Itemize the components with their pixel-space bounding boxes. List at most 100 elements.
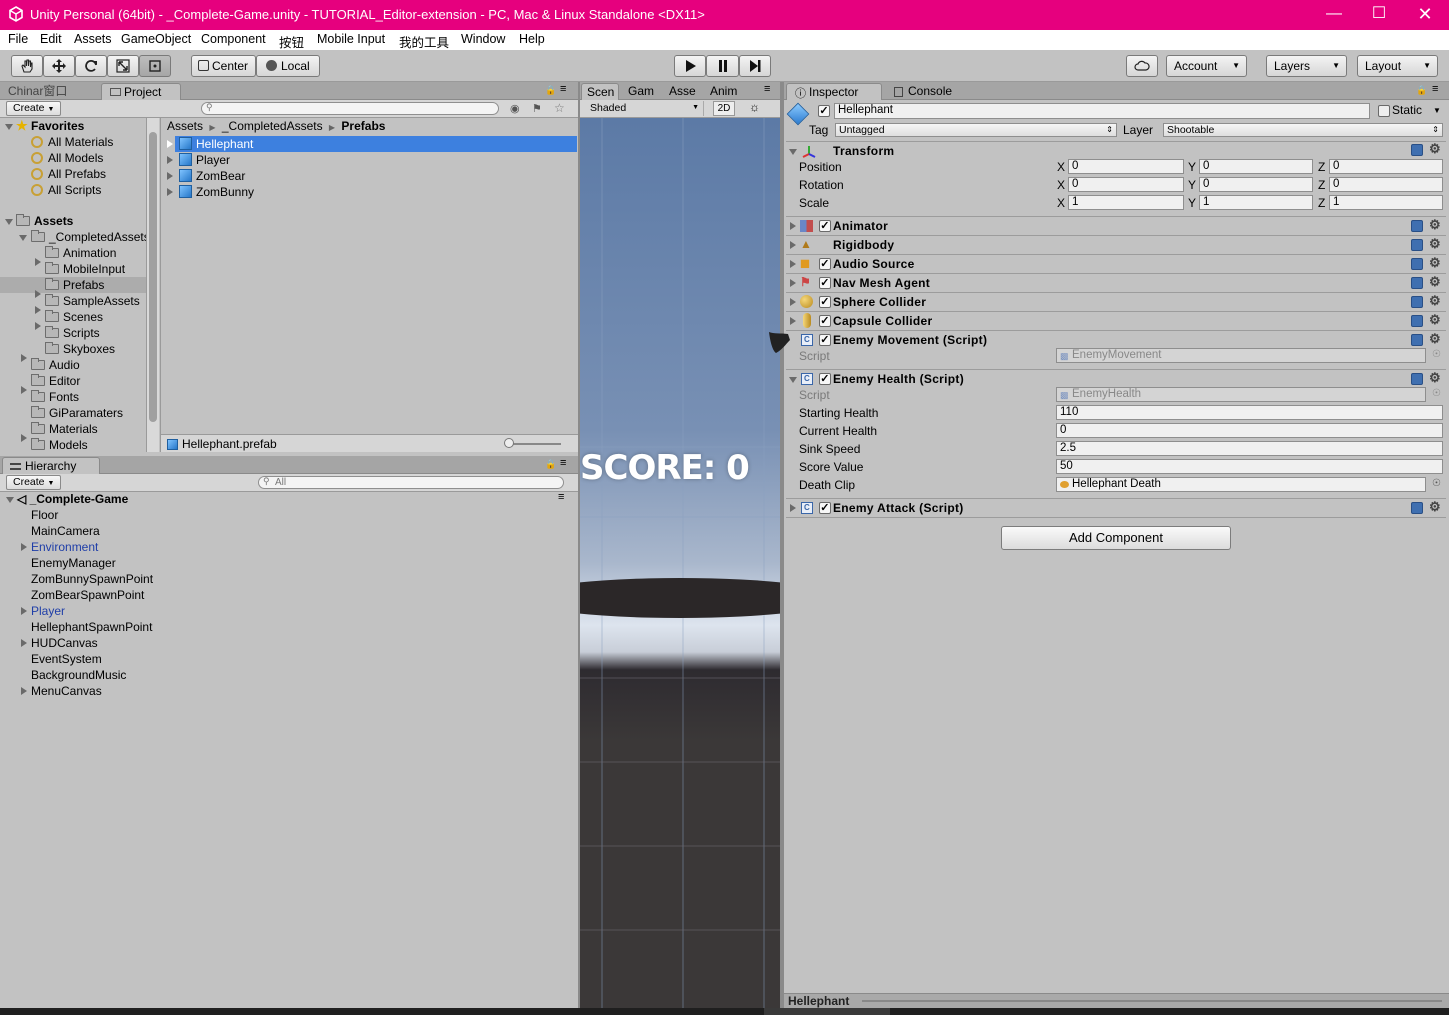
2d-toggle-button[interactable]: 2D <box>713 101 735 116</box>
tree-item[interactable]: Models <box>31 437 88 452</box>
gear-icon[interactable]: ⚙ <box>1429 332 1441 345</box>
tab-animator[interactable]: Anim <box>704 83 742 100</box>
object-picker-icon[interactable]: ☉ <box>1432 388 1441 399</box>
expand-arrow-icon[interactable] <box>5 219 13 225</box>
collapsed-arrow-icon[interactable] <box>35 258 41 266</box>
tab-scene[interactable]: Scen <box>581 83 619 100</box>
hierarchy-item-prefab[interactable]: Player <box>31 603 65 619</box>
tree-item[interactable]: Audio <box>31 357 80 373</box>
score-value-input[interactable]: 50 <box>1056 459 1443 474</box>
hierarchy-create-button[interactable]: Create ▼ <box>6 475 62 490</box>
expand-arrow-icon[interactable] <box>19 235 27 241</box>
sphere-collider-component[interactable]: ✓ Sphere Collider ⚙ <box>786 292 1446 311</box>
favorite-item[interactable]: All Scripts <box>31 182 101 198</box>
rotation-y-input[interactable]: 0 <box>1199 177 1313 192</box>
collapsed-arrow-icon[interactable] <box>21 687 27 695</box>
capsule-collider-component[interactable]: ✓ Capsule Collider ⚙ <box>786 311 1446 330</box>
collapsed-arrow-icon[interactable] <box>790 260 796 268</box>
hierarchy-item[interactable]: EnemyManager <box>31 555 116 571</box>
position-y-input[interactable]: 0 <box>1199 159 1313 174</box>
help-book-icon[interactable] <box>1411 502 1423 514</box>
lock-icon[interactable]: 🔒 <box>545 459 556 470</box>
tab-project[interactable]: Project <box>101 83 181 100</box>
scrollbar-thumb[interactable] <box>149 132 157 422</box>
gear-icon[interactable]: ⚙ <box>1429 256 1441 269</box>
tree-item[interactable]: Scenes <box>45 309 103 325</box>
enabled-checkbox[interactable]: ✓ <box>819 277 831 289</box>
menu-window[interactable]: Window <box>461 32 505 46</box>
collapsed-arrow-icon[interactable] <box>35 306 41 314</box>
enabled-checkbox[interactable]: ✓ <box>819 334 831 346</box>
file-item[interactable]: ZomBunny <box>179 184 254 200</box>
collab-cloud-button[interactable] <box>1126 55 1158 77</box>
favorites-header[interactable]: ★ Favorites <box>16 118 84 134</box>
inspector-preview-bar[interactable]: Hellephant <box>784 993 1449 1008</box>
panel-menu-icon[interactable]: ≡ <box>560 83 566 95</box>
help-book-icon[interactable] <box>1411 296 1423 308</box>
collapsed-arrow-icon[interactable] <box>35 290 41 298</box>
scale-z-input[interactable]: 1 <box>1329 195 1443 210</box>
help-book-icon[interactable] <box>1411 220 1423 232</box>
scale-y-input[interactable]: 1 <box>1199 195 1313 210</box>
hierarchy-item-prefab[interactable]: Environment <box>31 539 98 555</box>
menu-file[interactable]: File <box>8 32 28 46</box>
filter-label-icon[interactable]: ⚑ <box>532 102 542 115</box>
collapsed-arrow-icon[interactable] <box>790 504 796 512</box>
layout-dropdown[interactable]: Layout ▼ <box>1357 55 1438 77</box>
enabled-checkbox[interactable]: ✓ <box>819 258 831 270</box>
layer-dropdown[interactable]: Shootable ⇕ <box>1163 123 1443 137</box>
active-checkbox[interactable]: ✓ <box>818 105 830 117</box>
gear-icon[interactable]: ⚙ <box>1429 371 1441 384</box>
position-x-input[interactable]: 0 <box>1068 159 1184 174</box>
gear-icon[interactable]: ⚙ <box>1429 294 1441 307</box>
lock-icon[interactable]: 🔒 <box>545 85 556 96</box>
help-book-icon[interactable] <box>1411 239 1423 251</box>
tag-dropdown[interactable]: Untagged ⇕ <box>835 123 1117 137</box>
enabled-checkbox[interactable]: ✓ <box>819 315 831 327</box>
tree-item[interactable]: Materials <box>31 421 98 437</box>
hand-tool-button[interactable] <box>11 55 43 77</box>
menu-mobile-input[interactable]: Mobile Input <box>317 32 385 46</box>
gear-icon[interactable]: ⚙ <box>1429 237 1441 250</box>
transform-title[interactable]: Transform <box>833 144 894 158</box>
expand-arrow-icon[interactable] <box>789 377 797 383</box>
hierarchy-item[interactable]: HUDCanvas <box>31 635 98 651</box>
position-z-input[interactable]: 0 <box>1329 159 1443 174</box>
collapsed-arrow-icon[interactable] <box>21 434 27 442</box>
starting-health-input[interactable]: 110 <box>1056 405 1443 420</box>
menu-component[interactable]: Component <box>201 32 266 46</box>
preview-drag-handle[interactable] <box>862 1000 1442 1002</box>
rotate-tool-button[interactable] <box>75 55 107 77</box>
rigidbody-component[interactable]: ▲ Rigidbody ⚙ <box>786 235 1446 254</box>
menu-gameobject[interactable]: GameObject <box>121 32 191 46</box>
collapsed-arrow-icon[interactable] <box>790 241 796 249</box>
hierarchy-item[interactable]: EventSystem <box>31 651 102 667</box>
menu-edit[interactable]: Edit <box>40 32 62 46</box>
expand-arrow-icon[interactable] <box>167 156 173 164</box>
file-item[interactable]: ZomBear <box>179 168 245 184</box>
tab-chinar-window[interactable]: Chinar窗口 <box>2 83 73 100</box>
enabled-checkbox[interactable]: ✓ <box>819 296 831 308</box>
favorite-item[interactable]: All Models <box>31 150 103 166</box>
hierarchy-item[interactable]: BackgroundMusic <box>31 667 126 683</box>
current-health-input[interactable]: 0 <box>1056 423 1443 438</box>
nav-mesh-agent-component[interactable]: ⚑ ✓ Nav Mesh Agent ⚙ <box>786 273 1446 292</box>
gear-icon[interactable]: ⚙ <box>1429 313 1441 326</box>
play-button[interactable] <box>674 55 706 77</box>
object-picker-icon[interactable]: ☉ <box>1432 349 1441 360</box>
audio-source-component[interactable]: ◼ ✓ Audio Source ⚙ <box>786 254 1446 273</box>
slider-handle[interactable] <box>504 438 514 448</box>
collapsed-arrow-icon[interactable] <box>790 317 796 325</box>
tree-item[interactable]: _CompletedAssets <box>31 229 146 245</box>
tree-item[interactable]: Scripts <box>45 325 100 341</box>
enabled-checkbox[interactable]: ✓ <box>819 220 831 232</box>
scene-root[interactable]: ◁ _Complete-Game <box>17 491 128 507</box>
hierarchy-item[interactable]: MainCamera <box>31 523 100 539</box>
collapsed-arrow-icon[interactable] <box>790 298 796 306</box>
static-dropdown-arrow-icon[interactable]: ▼ <box>1433 106 1441 115</box>
pivot-center-button[interactable]: Center <box>191 55 256 77</box>
tab-game[interactable]: Gam <box>622 83 660 100</box>
collapsed-arrow-icon[interactable] <box>790 279 796 287</box>
hierarchy-item[interactable]: Floor <box>31 507 58 523</box>
favorite-item[interactable]: All Materials <box>31 134 113 150</box>
